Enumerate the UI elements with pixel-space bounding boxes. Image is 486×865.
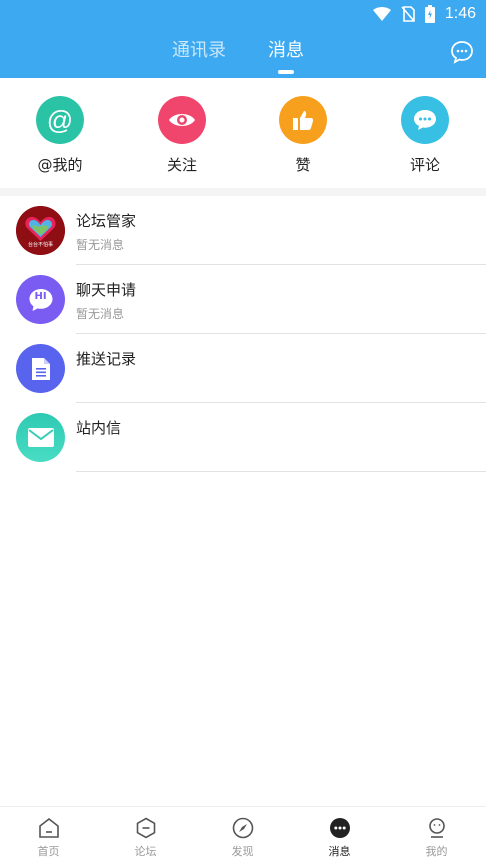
nav-profile[interactable]: 我的 (388, 807, 485, 865)
row-divider (76, 471, 486, 472)
quick-action-label: 关注 (137, 154, 227, 175)
nav-label: 发现 (194, 843, 291, 859)
avatar: 台台不怕事 (16, 206, 65, 255)
eye-icon (158, 96, 206, 144)
quick-action-label: 评论 (380, 154, 470, 175)
app-header: 1:46 通讯录 消息 (0, 0, 486, 78)
hi-label: HI (34, 291, 46, 302)
message-subtitle: 暂无消息 (76, 236, 124, 253)
nav-discover[interactable]: 发现 (194, 807, 291, 865)
message-icon (329, 817, 351, 839)
message-row-chat-request[interactable]: HI 聊天申请 暂无消息 (0, 265, 486, 334)
nav-label: 消息 (291, 843, 388, 859)
quick-action-label: 赞 (258, 154, 348, 175)
forum-icon (135, 817, 157, 839)
bottom-navigation: 首页 论坛 发现 消息 我的 (0, 806, 486, 864)
document-icon (16, 344, 65, 393)
envelope-icon (16, 413, 65, 462)
quick-actions: @ @我的 关注 赞 评论 (0, 78, 486, 188)
nav-label: 论坛 (97, 843, 194, 859)
message-title: 站内信 (76, 417, 121, 438)
nav-label: 我的 (388, 843, 485, 859)
nav-label: 首页 (0, 843, 97, 859)
status-bar: 1:46 (373, 0, 486, 28)
battery-icon (425, 5, 435, 23)
quick-action-at-me[interactable]: @ @我的 (15, 96, 105, 175)
quick-action-label: @我的 (15, 154, 105, 175)
profile-icon (426, 817, 448, 839)
chat-bubble-icon[interactable] (450, 40, 474, 68)
at-icon: @ (36, 96, 84, 144)
nav-forum[interactable]: 论坛 (97, 807, 194, 865)
section-divider (0, 188, 486, 196)
nav-home[interactable]: 首页 (0, 807, 97, 865)
quick-action-like[interactable]: 赞 (258, 96, 348, 175)
wifi-icon (373, 7, 391, 21)
message-row-site-mail[interactable]: 站内信 (0, 403, 486, 472)
message-list: 台台不怕事 论坛管家 暂无消息 HI 聊天申请 暂无消息 推送记录 站内信 (0, 196, 486, 472)
hi-chat-icon: HI (16, 275, 65, 324)
quick-action-comment[interactable]: 评论 (380, 96, 470, 175)
quick-action-follow[interactable]: 关注 (137, 96, 227, 175)
home-icon (38, 817, 60, 839)
avatar-caption: 台台不怕事 (16, 241, 65, 248)
message-title: 聊天申请 (76, 279, 136, 300)
nav-messages[interactable]: 消息 (291, 807, 388, 865)
tab-contacts[interactable]: 通讯录 (172, 36, 226, 62)
message-row-forum-steward[interactable]: 台台不怕事 论坛管家 暂无消息 (0, 196, 486, 265)
message-subtitle: 暂无消息 (76, 305, 124, 322)
no-sim-icon (401, 6, 415, 22)
status-time: 1:46 (445, 5, 476, 23)
top-tabs: 通讯录 消息 (0, 36, 486, 72)
tab-messages[interactable]: 消息 (268, 36, 304, 62)
tab-indicator (278, 70, 294, 74)
message-title: 论坛管家 (76, 210, 136, 231)
compass-icon (232, 817, 254, 839)
comment-icon (401, 96, 449, 144)
message-row-push-records[interactable]: 推送记录 (0, 334, 486, 403)
thumbs-up-icon (279, 96, 327, 144)
message-title: 推送记录 (76, 348, 136, 369)
